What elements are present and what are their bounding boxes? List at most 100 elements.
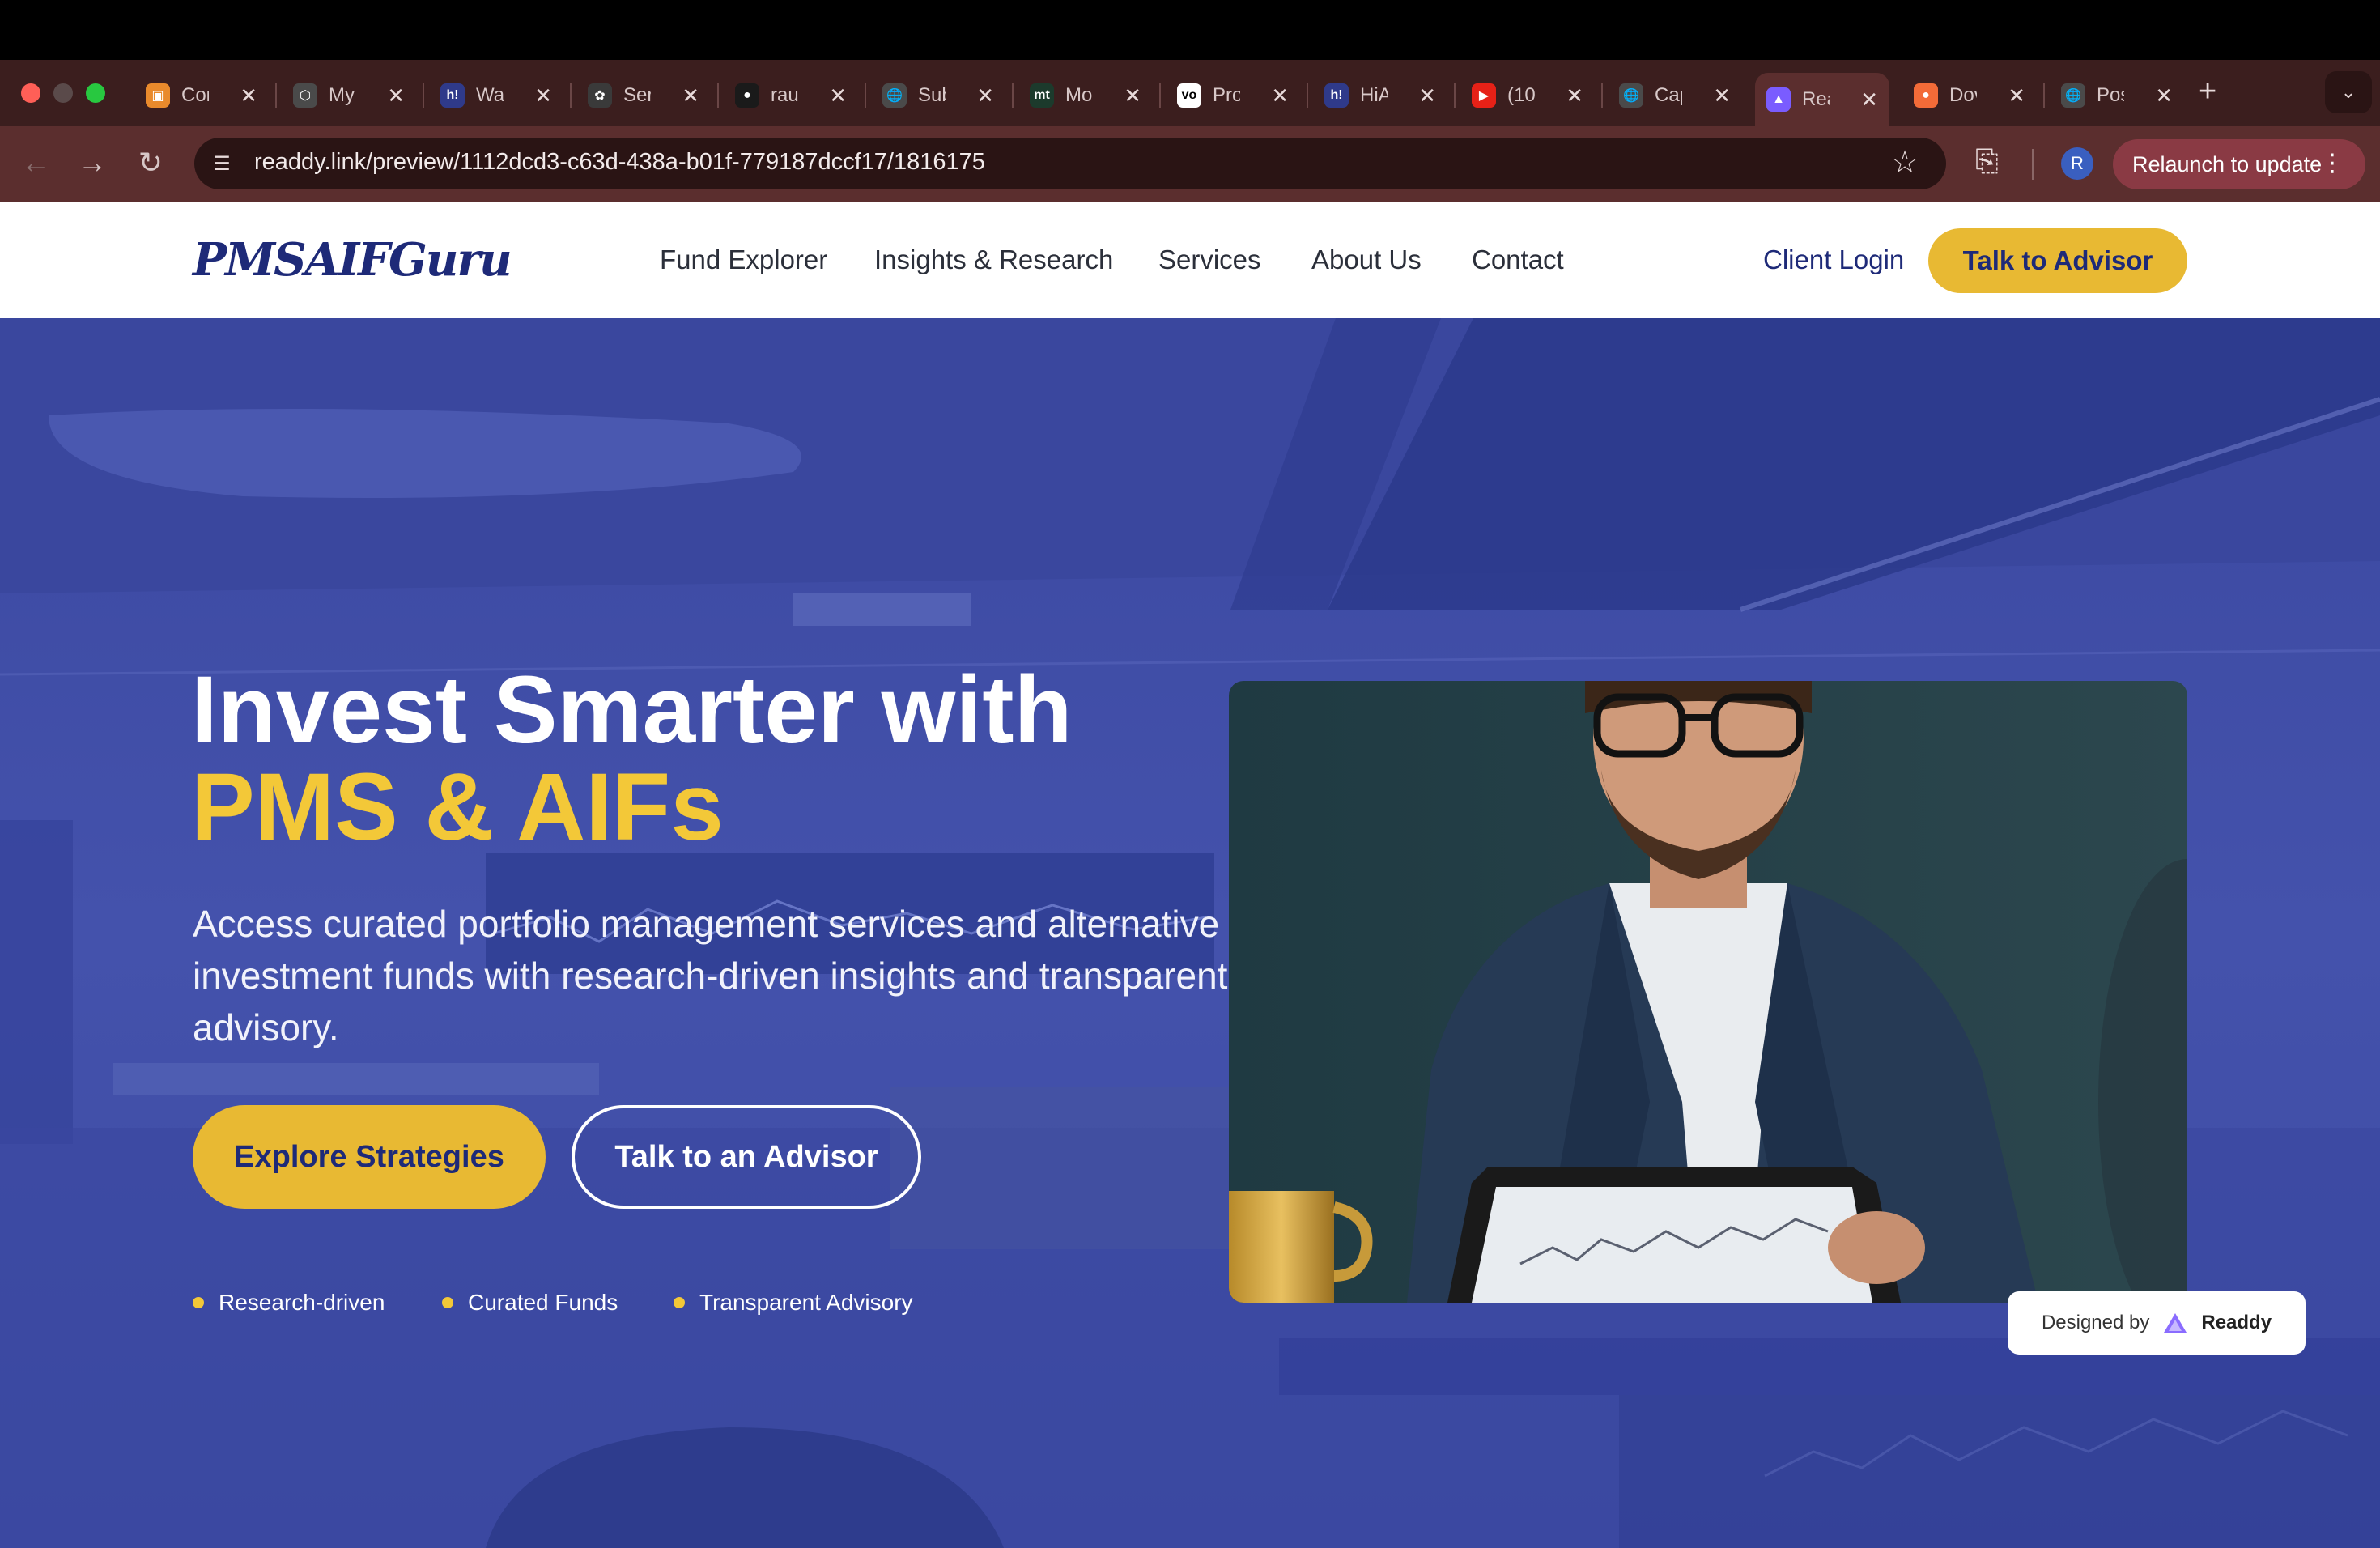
globe-icon: 🌐 [2061,83,2085,108]
profile-avatar[interactable]: R [2061,147,2093,180]
browser-tab[interactable]: ⬡ My ✕ [282,73,416,118]
close-tab-icon[interactable]: ✕ [976,83,994,108]
browser-tab[interactable]: ▲ Rea ✕ [1755,73,1889,126]
box-icon: ▣ [146,83,170,108]
close-tab-icon[interactable]: ✕ [1271,83,1289,108]
readdy-logo-icon [2164,1313,2187,1333]
browser-tab[interactable]: ● Dov ✕ [1902,73,2037,118]
tab-divider [1159,83,1161,108]
nav-contact[interactable]: Contact [1472,245,1564,275]
nav-about-us[interactable]: About Us [1311,245,1422,275]
more-vertical-icon[interactable]: ⋮ [2320,149,2344,177]
tab-divider [1012,83,1014,108]
macos-menu-bar [0,0,2380,60]
bullet-dot-icon [442,1297,453,1308]
site-logo[interactable]: PMSAIFGuru [193,233,512,287]
browser-tab[interactable]: 🌐 Cap ✕ [1608,73,1742,118]
tab-title: My [329,84,355,106]
tab-divider [717,83,719,108]
talk-to-advisor-button[interactable]: Talk to Advisor [1928,228,2187,293]
close-tab-icon[interactable]: ✕ [2008,83,2025,108]
tab-title: HiA [1360,84,1388,106]
site-info-icon[interactable]: ☰ [206,147,238,180]
tab-title: Wa [476,84,504,106]
close-tab-icon[interactable]: ✕ [1860,87,1878,113]
tab-divider [275,83,277,108]
mt-icon: mt [1030,83,1054,108]
new-tab-icon[interactable]: + [2199,74,2216,109]
tab-search-icon[interactable]: ⌄ [2325,71,2372,113]
advisor-photo [1229,681,2187,1303]
browser-tab[interactable]: h! Wa ✕ [429,73,563,118]
badge-brand: Readdy [2201,1312,2272,1333]
feature-label: Curated Funds [468,1290,618,1315]
designed-by-badge[interactable]: Designed by Readdy [2008,1291,2306,1354]
vo-icon: vo [1177,83,1201,108]
close-tab-icon[interactable]: ✕ [682,83,699,108]
tab-title: Dov [1949,84,1977,106]
talk-to-an-advisor-button[interactable]: Talk to an Advisor [572,1105,921,1209]
reload-icon[interactable]: ↻ [133,146,168,180]
hero-section: Invest Smarter with PMS & AIFs Access cu… [0,318,2380,1548]
browser-tab[interactable]: mt Mo ✕ [1018,73,1153,118]
close-window-icon[interactable] [21,83,40,103]
readdy-icon: ▲ [1766,87,1791,112]
forward-arrow-icon[interactable]: → [74,146,110,180]
toolbar-divider [2032,149,2034,180]
browser-tab[interactable]: h! HiA ✕ [1313,73,1447,118]
feature-research-driven: Research-driven [193,1290,385,1316]
close-tab-icon[interactable]: ✕ [534,83,552,108]
close-tab-icon[interactable]: ✕ [1124,83,1141,108]
hex-icon: ⬡ [293,83,317,108]
tab-divider [1307,83,1308,108]
tab-divider [423,83,424,108]
tab-title: Ser [623,84,651,106]
tab-divider [2043,83,2045,108]
hero-description: Access curated portfolio management serv… [193,903,1228,1048]
browser-tab[interactable]: ● rau ✕ [724,73,858,118]
relaunch-label: Relaunch to update [2132,151,2323,176]
hero-title-line2: PMS & AIFs [191,754,724,861]
maximize-window-icon[interactable] [86,83,105,103]
globe-icon: 🌐 [1619,83,1643,108]
close-tab-icon[interactable]: ✕ [2155,83,2173,108]
browser-tab[interactable]: 🌐 Sub ✕ [871,73,1005,118]
site-header: PMSAIFGuru Fund Explorer Insights & Rese… [0,202,2380,318]
nav-services[interactable]: Services [1158,245,1261,275]
close-tab-icon[interactable]: ✕ [240,83,257,108]
badge-prefix: Designed by [2041,1312,2150,1333]
browser-tab[interactable]: 🌐 Pos ✕ [2050,73,2184,118]
tab-title: (10 [1507,84,1535,106]
nav-fund-explorer[interactable]: Fund Explorer [660,245,827,275]
close-tab-icon[interactable]: ✕ [1713,83,1731,108]
orange-icon: ● [1914,83,1938,108]
tab-title: Pos [2097,84,2124,106]
tab-title: Cor [181,84,209,106]
openai-icon: ✿ [588,83,612,108]
browser-tab[interactable]: ▣ Cor ✕ [134,73,269,118]
h-icon: h! [440,83,465,108]
close-tab-icon[interactable]: ✕ [387,83,405,108]
back-arrow-icon[interactable]: ← [18,146,53,180]
hero-title-line1: Invest Smarter with [191,657,1073,763]
minimize-window-icon[interactable] [53,83,73,103]
globe-icon: 🌐 [882,83,907,108]
tab-title: rau [771,84,798,106]
url-text[interactable]: readdy.link/preview/1112dcd3-c63d-438a-b… [254,149,985,176]
explore-strategies-button[interactable]: Explore Strategies [193,1105,546,1209]
tab-divider [865,83,866,108]
tab-title: Sub [918,84,946,106]
close-tab-icon[interactable]: ✕ [1566,83,1583,108]
browser-tab[interactable]: ✿ Ser ✕ [576,73,711,118]
client-login-link[interactable]: Client Login [1763,245,1904,275]
nav-insights-research[interactable]: Insights & Research [874,245,1113,275]
browser-tab[interactable]: vo Pro ✕ [1166,73,1300,118]
relaunch-button[interactable]: Relaunch to update ⋮ [2113,139,2365,189]
browser-tab[interactable]: ▶ (10 ✕ [1460,73,1595,118]
close-tab-icon[interactable]: ✕ [829,83,847,108]
tab-title: Cap [1655,84,1682,106]
extensions-puzzle-icon[interactable]: ⎘ [1975,144,1999,179]
close-tab-icon[interactable]: ✕ [1418,83,1436,108]
bookmark-star-icon[interactable]: ☆ [1891,144,1919,181]
h-icon: h! [1324,83,1349,108]
